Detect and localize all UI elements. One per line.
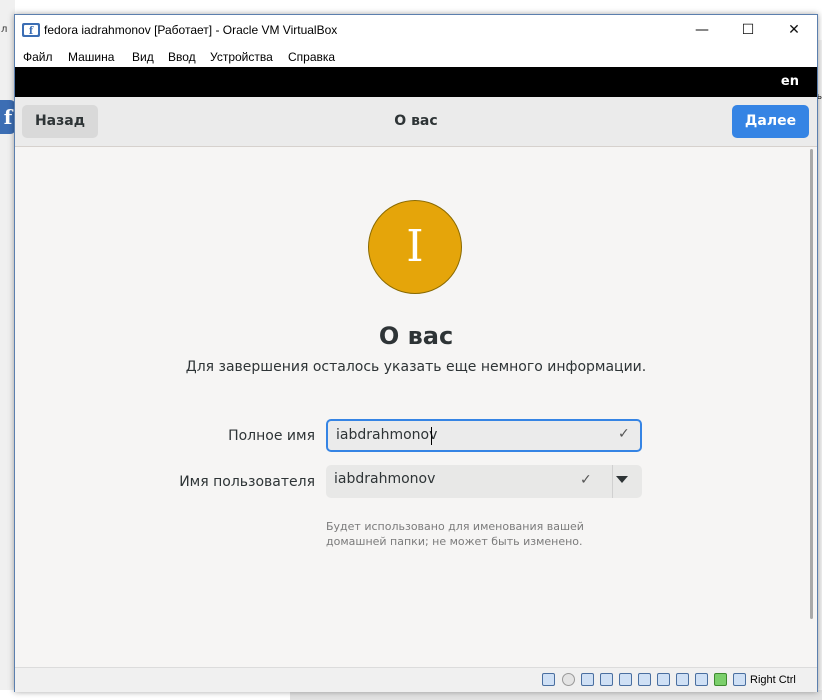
menu-view[interactable]: Вид (132, 50, 154, 64)
virtualbox-app-icon: f (22, 23, 40, 37)
virtualbox-window: f fedora iadrahmonov [Работает] - Oracle… (14, 14, 818, 692)
next-button[interactable]: Далее (732, 105, 809, 138)
check-icon: ✓ (580, 472, 592, 488)
dropdown-separator (612, 465, 613, 498)
full-name-value: iabdrahmonov (336, 427, 438, 443)
menubar: Файл Машина Вид Ввод Устройства Справка (15, 45, 817, 67)
desktop-fragment-text: л (1, 24, 8, 35)
gnome-top-bar: en (15, 67, 817, 97)
recording-icon[interactable] (695, 673, 708, 686)
hard-disk-icon[interactable] (542, 673, 555, 686)
user-avatar[interactable]: I (368, 200, 462, 294)
close-button[interactable]: ✕ (771, 15, 817, 45)
keyboard-layout-indicator[interactable]: en (781, 74, 799, 89)
avatar-initial: I (406, 221, 424, 272)
page-title: О вас (378, 322, 454, 350)
audio-icon[interactable] (581, 673, 594, 686)
display-icon[interactable] (657, 673, 670, 686)
window-title: fedora iadrahmonov [Работает] - Oracle V… (44, 23, 338, 37)
username-value: iabdrahmonov (334, 471, 436, 487)
username-hint: Будет использовано для именования вашей … (326, 520, 584, 548)
network-icon[interactable] (600, 673, 613, 686)
svg-text:f: f (29, 26, 34, 37)
text-cursor (431, 427, 432, 445)
window-titlebar[interactable]: f fedora iadrahmonov [Работает] - Oracle… (15, 15, 817, 45)
setup-headerbar: Назад О вас Далее (15, 97, 817, 147)
minimize-button[interactable]: — (679, 15, 725, 45)
shared-folders-icon[interactable] (638, 673, 651, 686)
headerbar-title: О вас (394, 113, 438, 129)
host-key-label[interactable]: Right Ctrl (750, 674, 796, 686)
username-field[interactable]: iabdrahmonov ✓ (326, 465, 642, 498)
video-capture-icon[interactable] (676, 673, 689, 686)
mouse-integration-icon[interactable] (733, 673, 746, 686)
check-icon: ✓ (618, 426, 630, 442)
full-name-field[interactable]: iabdrahmonov ✓ (326, 419, 642, 452)
menu-machine[interactable]: Машина (68, 50, 114, 64)
full-name-label: Полное имя (228, 428, 315, 444)
maximize-button[interactable]: ☐ (725, 15, 771, 45)
username-label: Имя пользователя (179, 474, 315, 490)
menu-input[interactable]: Ввод (168, 50, 196, 64)
guest-display[interactable]: en Назад О вас Далее I О вас Для заверше… (15, 67, 817, 667)
menu-help[interactable]: Справка (288, 50, 335, 64)
usb-icon[interactable] (619, 673, 632, 686)
page-subtitle: Для завершения осталось указать еще немн… (185, 359, 647, 375)
scrollbar[interactable] (810, 149, 813, 619)
vbox-statusbar: Right Ctrl (15, 667, 817, 692)
menu-devices[interactable]: Устройства (210, 50, 273, 64)
menu-file[interactable]: Файл (23, 50, 53, 64)
guest-additions-icon[interactable] (714, 673, 727, 686)
chevron-down-icon[interactable] (616, 476, 628, 483)
optical-disk-icon[interactable] (562, 673, 575, 686)
